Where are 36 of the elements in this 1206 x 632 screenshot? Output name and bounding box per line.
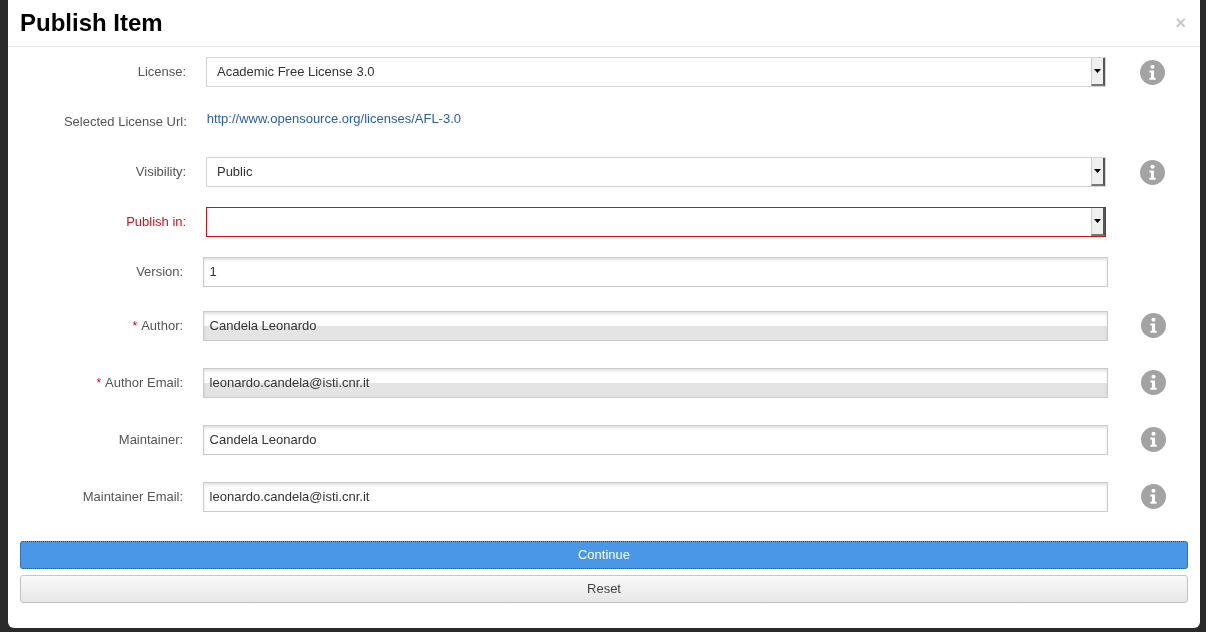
info-icon[interactable] <box>1141 427 1167 452</box>
field-label: Publish in: <box>126 213 187 232</box>
field-label: Visibility: <box>135 163 187 182</box>
dialog-title: Publish Item <box>20 8 163 38</box>
dropdown-arrow-button[interactable] <box>1090 158 1105 186</box>
caret-icon <box>1093 69 1101 73</box>
field-label: Author: <box>141 316 184 335</box>
field-label: Selected License Url: <box>63 113 187 132</box>
field-label: Maintainer: <box>118 430 184 449</box>
dropdown-arrow-button[interactable] <box>1090 208 1105 236</box>
info-icon[interactable] <box>1141 484 1167 509</box>
select-field[interactable] <box>205 207 1106 237</box>
info-icon[interactable] <box>1140 59 1166 85</box>
caret-icon <box>1093 169 1101 173</box>
text-field[interactable]: 1 <box>202 257 1108 287</box>
select-value: Academic Free License 3.0 <box>215 63 375 82</box>
text-field[interactable]: leonardo.candela@isti.cnr.it <box>202 481 1108 512</box>
field-label: Maintainer Email: <box>82 487 184 506</box>
dropdown-arrow-button[interactable] <box>1090 58 1105 86</box>
field-label: Author Email: <box>105 373 184 392</box>
required-mark: * <box>132 317 138 335</box>
info-icon[interactable] <box>1141 313 1167 338</box>
reset-button[interactable]: Reset <box>20 575 1188 603</box>
field-label: Version: <box>136 263 184 282</box>
required-mark: * <box>96 374 102 392</box>
text-field[interactable]: Candela Leonardo <box>202 310 1108 341</box>
caret-icon <box>1093 219 1101 223</box>
select-value: Public <box>215 163 253 182</box>
license-link[interactable]: http://www.opensource.org/licenses/AFL-3.0 <box>206 109 461 129</box>
field-label: License: <box>137 63 187 82</box>
text-field[interactable]: Candela Leonardo <box>202 424 1108 455</box>
text-field[interactable]: leonardo.candela@isti.cnr.it <box>202 367 1108 398</box>
select-field[interactable]: Academic Free License 3.0 <box>205 57 1106 87</box>
info-icon[interactable] <box>1141 370 1167 395</box>
info-icon[interactable] <box>1140 159 1166 185</box>
select-field[interactable]: Public <box>205 157 1106 187</box>
